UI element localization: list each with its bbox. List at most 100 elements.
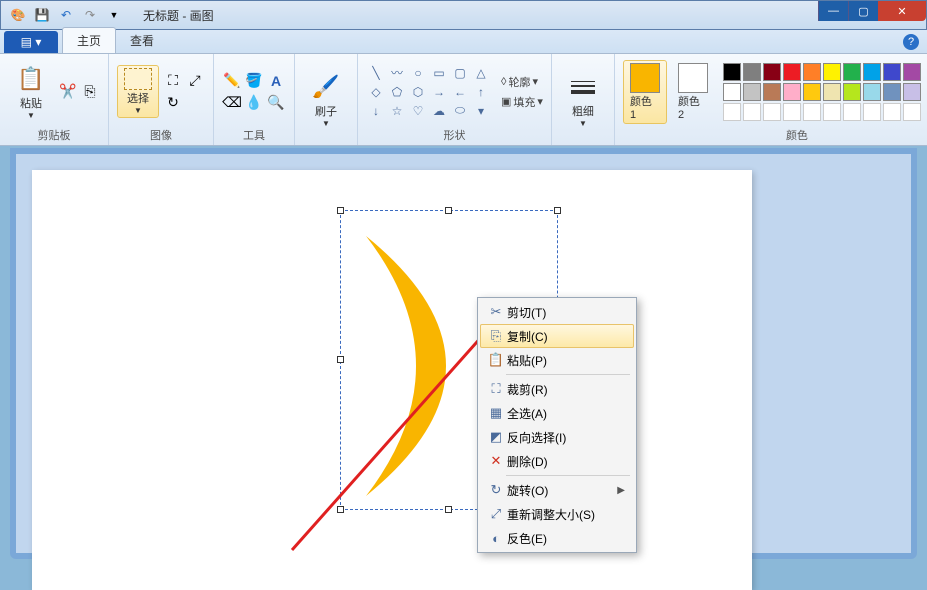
color-swatch[interactable] <box>883 83 901 101</box>
ctx-paste[interactable]: 📋粘贴(P) <box>480 348 634 372</box>
close-button[interactable]: ✕ <box>878 1 926 21</box>
rotate-icon: ↻ <box>485 482 507 498</box>
submenu-arrow-icon: ▶ <box>617 485 625 496</box>
color-swatch-empty[interactable] <box>743 103 761 121</box>
selectall-icon: ▦ <box>485 405 507 421</box>
color-swatch[interactable] <box>783 63 801 81</box>
paste-icon: 📋 <box>485 352 507 368</box>
ctx-rotate[interactable]: ↻旋转(O)▶ <box>480 478 634 502</box>
color-swatch[interactable] <box>723 83 741 101</box>
rotate-icon[interactable]: ↻ <box>163 93 183 113</box>
fill-icon[interactable]: 🪣 <box>244 71 264 91</box>
color-swatch[interactable] <box>763 83 781 101</box>
tab-view[interactable]: 查看 <box>116 28 168 53</box>
group-brushes: 🖌️ 刷子 ▼ <box>295 54 358 145</box>
color-swatch[interactable] <box>843 63 861 81</box>
eraser-icon[interactable]: ⌫ <box>222 93 242 113</box>
outline-icon: ◊ <box>501 76 506 88</box>
ctx-invertcolor[interactable]: ◐反色(E) <box>480 526 634 550</box>
shape-outline-button[interactable]: ◊轮廓 ▾ <box>501 74 543 90</box>
color-swatch[interactable] <box>823 83 841 101</box>
context-menu: ✂剪切(T) ⎘复制(C) 📋粘贴(P) ⛶裁剪(R) ▦全选(A) ◩反向选择… <box>477 297 637 553</box>
color-swatch-empty[interactable] <box>803 103 821 121</box>
group-thickness: 粗细 ▼ <box>552 54 615 145</box>
redo-icon[interactable]: ↷ <box>79 4 101 26</box>
work-area <box>10 148 917 559</box>
paste-button[interactable]: 📋 粘贴 ▼ <box>8 60 54 123</box>
brush-button[interactable]: 🖌️ 刷子 ▼ <box>303 68 349 131</box>
color-swatch-empty[interactable] <box>903 103 921 121</box>
color-swatch[interactable] <box>823 63 841 81</box>
minimize-button[interactable]: — <box>818 1 848 21</box>
color-swatch[interactable] <box>743 63 761 81</box>
canvas[interactable] <box>32 170 752 590</box>
crop-icon[interactable]: ⛶ <box>163 71 183 91</box>
invert-icon: ◩ <box>485 429 507 445</box>
ctx-cut[interactable]: ✂剪切(T) <box>480 300 634 324</box>
clipboard-icon: 📋 <box>15 63 47 95</box>
pencil-icon[interactable]: ✏️ <box>222 71 242 91</box>
picker-icon[interactable]: 💧 <box>244 93 264 113</box>
help-icon[interactable]: ? <box>903 34 919 50</box>
color-swatch[interactable] <box>723 63 741 81</box>
group-colors: 颜色 1 颜色 2 编辑颜色 颜色 <box>615 54 927 145</box>
color-swatch[interactable] <box>763 63 781 81</box>
palette-row1[interactable] <box>723 63 921 81</box>
ctx-invertsel[interactable]: ◩反向选择(I) <box>480 425 634 449</box>
ctx-copy[interactable]: ⎘复制(C) <box>480 324 634 348</box>
tab-home[interactable]: 主页 <box>62 27 116 53</box>
color-swatch[interactable] <box>843 83 861 101</box>
group-image: 选择 ▼ ⛶ ⤢ ↻ 图像 <box>109 54 214 145</box>
palette-row2[interactable] <box>723 83 921 101</box>
color-swatch[interactable] <box>863 83 881 101</box>
palette-row3[interactable] <box>723 103 921 121</box>
ctx-delete[interactable]: ✕删除(D) <box>480 449 634 473</box>
quick-access-toolbar: 🎨 💾 ↶ ↷ ▼ <box>1 4 131 26</box>
color-swatch[interactable] <box>803 83 821 101</box>
resize-icon[interactable]: ⤢ <box>185 71 205 91</box>
thickness-button[interactable]: 粗细 ▼ <box>560 68 606 131</box>
group-shapes: ╲〰○▭▢△ ◇⬠⬡→←↑ ↓☆♡☁⬭▾ ◊轮廓 ▾ ▣填充 ▾ 形状 <box>358 54 552 145</box>
color-swatch-empty[interactable] <box>883 103 901 121</box>
color-swatch-empty[interactable] <box>763 103 781 121</box>
color-swatch[interactable] <box>883 63 901 81</box>
shape-fill-button[interactable]: ▣填充 ▾ <box>501 94 543 110</box>
magnifier-icon[interactable]: 🔍 <box>266 93 286 113</box>
color-swatch[interactable] <box>903 63 921 81</box>
color-swatch[interactable] <box>783 83 801 101</box>
delete-icon: ✕ <box>485 453 507 469</box>
file-menu-button[interactable]: ▤ ▾ <box>4 31 58 53</box>
app-icon: 🎨 <box>7 4 29 26</box>
cut-icon[interactable]: ✂️ <box>58 82 78 102</box>
shape-gallery[interactable]: ╲〰○▭▢△ ◇⬠⬡→←↑ ↓☆♡☁⬭▾ <box>366 64 491 120</box>
select-button[interactable]: 选择 ▼ <box>117 65 159 118</box>
color1-well <box>630 63 660 93</box>
text-icon[interactable]: A <box>266 71 286 91</box>
color-swatch-empty[interactable] <box>783 103 801 121</box>
maximize-button[interactable]: ▢ <box>848 1 878 21</box>
brush-icon: 🖌️ <box>310 71 342 103</box>
color-swatch-empty[interactable] <box>823 103 841 121</box>
color2-button[interactable]: 颜色 2 <box>671 60 715 124</box>
crop-icon: ⛶ <box>485 381 507 397</box>
tab-strip: ▤ ▾ 主页 查看 ? <box>0 30 927 54</box>
color1-button[interactable]: 颜色 1 <box>623 60 667 124</box>
color-swatch[interactable] <box>743 83 761 101</box>
color-swatch[interactable] <box>803 63 821 81</box>
undo-icon[interactable]: ↶ <box>55 4 77 26</box>
group-tools: ✏️ 🪣 A ⌫ 💧 🔍 工具 <box>214 54 295 145</box>
color-swatch-empty[interactable] <box>723 103 741 121</box>
invertcolor-icon: ◐ <box>485 531 507 546</box>
color-swatch-empty[interactable] <box>863 103 881 121</box>
qat-dropdown-icon[interactable]: ▼ <box>103 4 125 26</box>
ctx-selectall[interactable]: ▦全选(A) <box>480 401 634 425</box>
color-swatch[interactable] <box>903 83 921 101</box>
title-bar: 🎨 💾 ↶ ↷ ▼ 无标题 - 画图 — ▢ ✕ <box>0 0 927 30</box>
ctx-crop[interactable]: ⛶裁剪(R) <box>480 377 634 401</box>
ctx-resize[interactable]: ⤢重新调整大小(S) <box>480 502 634 526</box>
copy-icon: ⎘ <box>485 328 507 344</box>
copy-icon[interactable]: ⎘ <box>80 82 100 102</box>
color-swatch-empty[interactable] <box>843 103 861 121</box>
save-icon[interactable]: 💾 <box>31 4 53 26</box>
color-swatch[interactable] <box>863 63 881 81</box>
